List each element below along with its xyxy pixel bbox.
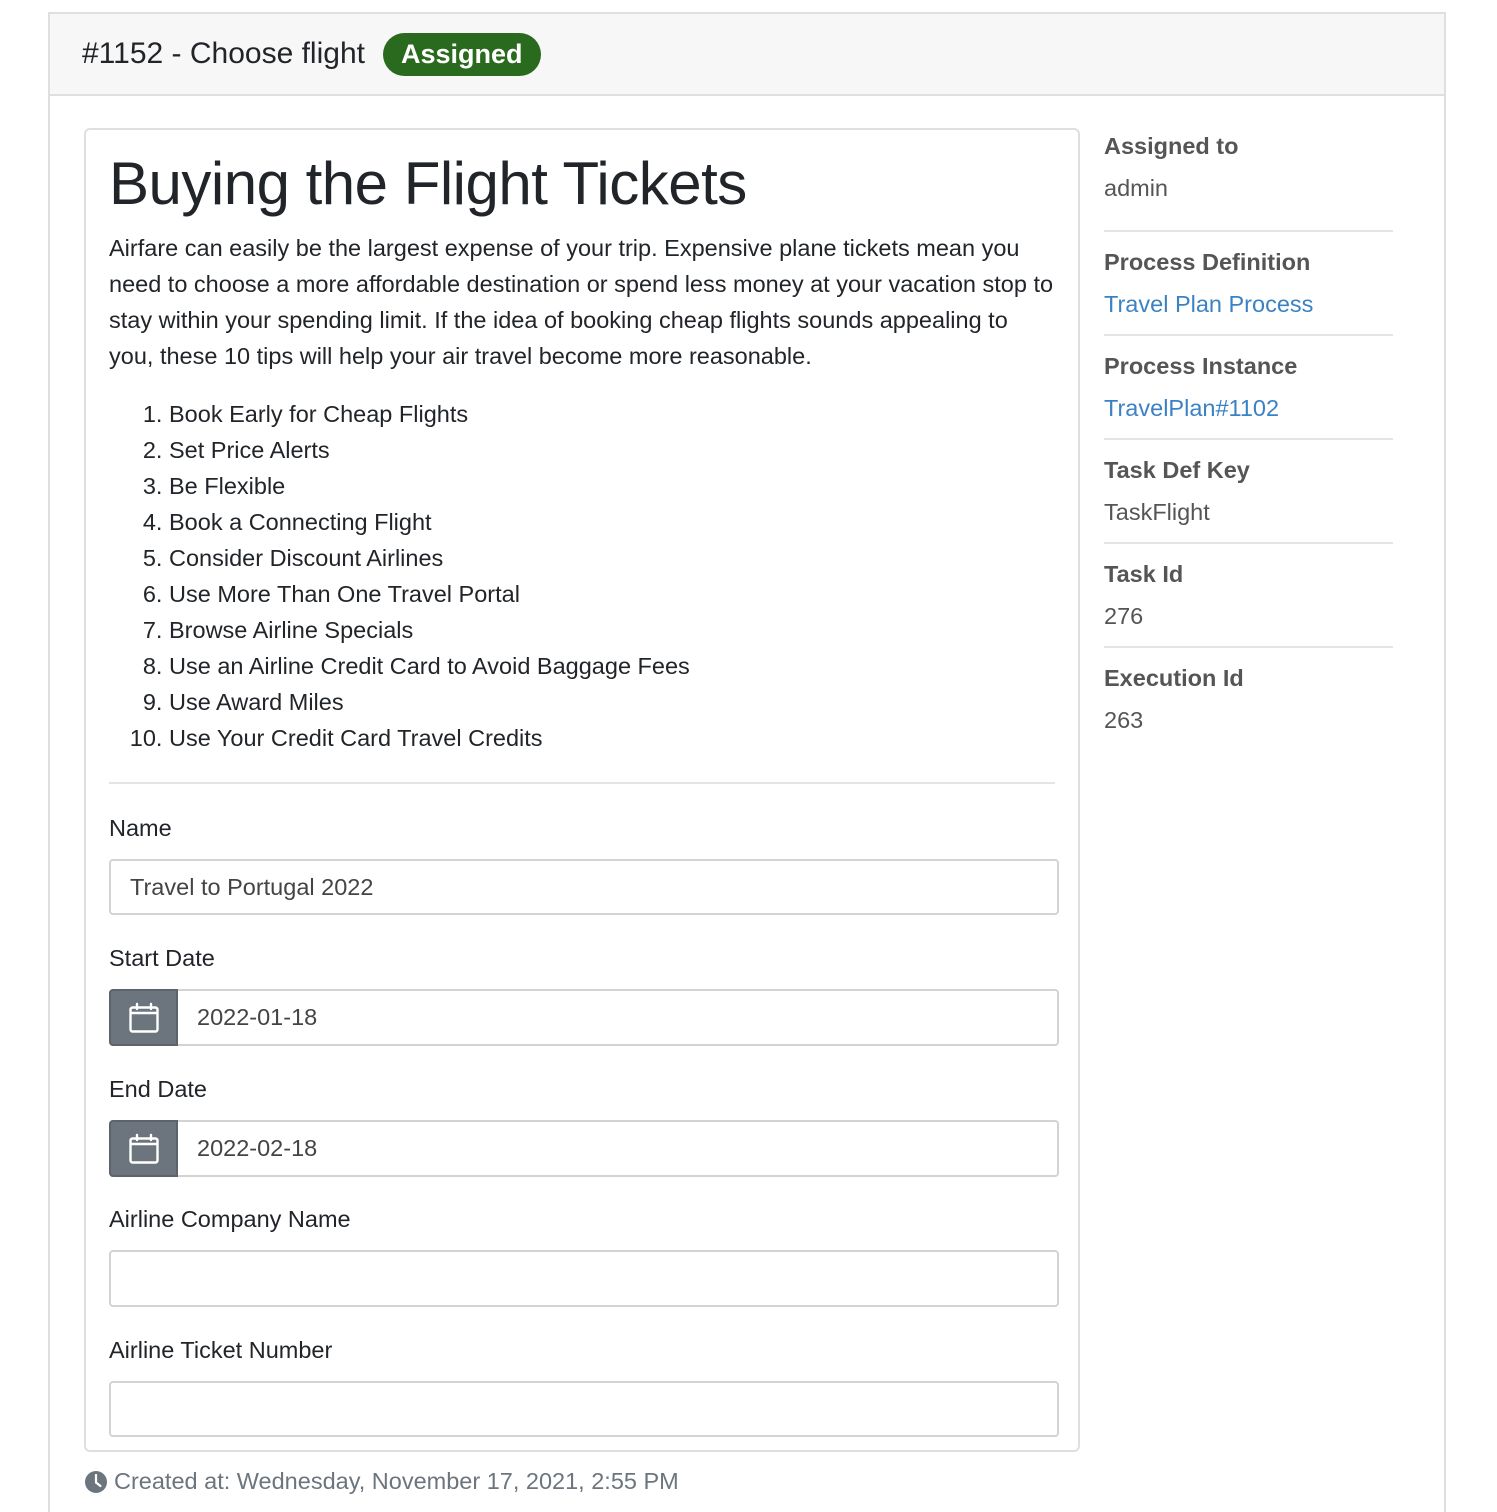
tips-list: Book Early for Cheap Flights Set Price A… <box>109 396 1055 756</box>
assigned-to-label: Assigned to <box>1104 133 1239 159</box>
task-header: #1152 - Choose flight Assigned <box>50 14 1444 96</box>
start-date-label: Start Date <box>109 945 215 971</box>
list-item: Use an Airline Credit Card to Avoid Bagg… <box>169 648 1055 684</box>
process-definition-label: Process Definition <box>1104 249 1311 275</box>
created-at-text: Created at: Wednesday, November 17, 2021… <box>114 1468 679 1494</box>
status-badge: Assigned <box>382 32 541 76</box>
process-instance-label: Process Instance <box>1104 353 1298 379</box>
airline-company-input[interactable] <box>109 1250 1059 1307</box>
execution-id-value: 263 <box>1104 707 1144 733</box>
task-title: #1152 - Choose flight <box>82 37 365 70</box>
task-id-item: Task Id 276 <box>1104 544 1393 648</box>
list-item: Use More Than One Travel Portal <box>169 576 1055 612</box>
list-item: Be Flexible <box>169 468 1055 504</box>
task-details-sidebar: Assigned to admin Process Definition Tra… <box>1104 128 1393 752</box>
article-intro: Airfare can easily be the largest expens… <box>109 235 1054 369</box>
task-card: #1152 - Choose flight Assigned Buying th… <box>48 12 1446 1512</box>
list-item: Browse Airline Specials <box>169 612 1055 648</box>
start-date-group <box>109 989 1059 1046</box>
clock-icon <box>84 1470 108 1494</box>
divider <box>109 782 1055 784</box>
end-date-group <box>109 1120 1059 1177</box>
list-item: Consider Discount Airlines <box>169 540 1055 576</box>
start-date-input[interactable] <box>178 989 1059 1046</box>
task-def-key-label: Task Def Key <box>1104 457 1250 483</box>
process-instance-link[interactable]: TravelPlan#1102 <box>1104 395 1279 421</box>
airline-ticket-label: Airline Ticket Number <box>109 1337 333 1363</box>
airline-ticket-input[interactable] <box>109 1381 1059 1437</box>
list-item: Use Award Miles <box>169 684 1055 720</box>
list-item: Book a Connecting Flight <box>169 504 1055 540</box>
assigned-to-value: admin <box>1104 175 1169 201</box>
process-definition-item: Process Definition Travel Plan Process <box>1104 232 1393 336</box>
start-date-picker-button[interactable] <box>109 989 178 1046</box>
task-id-value: 276 <box>1104 603 1144 629</box>
list-item: Book Early for Cheap Flights <box>169 396 1055 432</box>
airline-company-label: Airline Company Name <box>109 1206 351 1232</box>
execution-id-item: Execution Id 263 <box>1104 648 1393 752</box>
list-item: Set Price Alerts <box>169 432 1055 468</box>
process-definition-link[interactable]: Travel Plan Process <box>1104 291 1313 317</box>
article-heading: Buying the Flight Tickets <box>109 150 747 217</box>
task-def-key-item: Task Def Key TaskFlight <box>1104 440 1393 544</box>
task-form-panel: Buying the Flight Tickets Airfare can ea… <box>84 128 1080 1452</box>
task-id-label: Task Id <box>1104 561 1184 587</box>
end-date-input[interactable] <box>178 1120 1059 1177</box>
assigned-to-item: Assigned to admin <box>1104 128 1393 232</box>
process-instance-item: Process Instance TravelPlan#1102 <box>1104 336 1393 440</box>
name-label: Name <box>109 815 172 841</box>
task-def-key-value: TaskFlight <box>1104 499 1210 525</box>
name-input[interactable] <box>109 859 1059 915</box>
calendar-icon <box>128 1133 159 1164</box>
calendar-icon <box>128 1002 159 1033</box>
end-date-picker-button[interactable] <box>109 1120 178 1177</box>
end-date-label: End Date <box>109 1076 207 1102</box>
execution-id-label: Execution Id <box>1104 665 1244 691</box>
created-at-footer: Created at: Wednesday, November 17, 2021… <box>84 1468 679 1495</box>
list-item: Use Your Credit Card Travel Credits <box>169 720 1055 756</box>
